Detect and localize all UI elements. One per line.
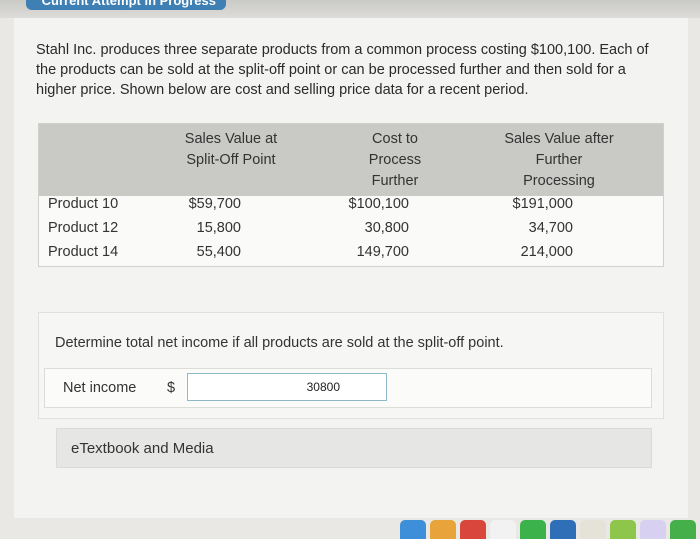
- dock-bar: [400, 520, 700, 539]
- problem-intro: Stahl Inc. produces three separate produ…: [36, 42, 649, 98]
- question-text: Determine total net income if all produc…: [55, 335, 504, 351]
- dock-app-icon[interactable]: [550, 520, 576, 539]
- table-cell: 214,000: [520, 244, 573, 260]
- top-banner: Current Attempt in Progress: [0, 0, 700, 18]
- table-cell: $100,100: [348, 196, 409, 212]
- table-cell: 55,400: [196, 244, 241, 260]
- answer-row: Net income $: [44, 368, 652, 408]
- table-header: Sales Value at Split-Off Point Cost to P…: [39, 124, 663, 196]
- dock-app-icon[interactable]: [640, 520, 666, 539]
- dock-app-icon[interactable]: [490, 520, 516, 539]
- etextbook-media-button[interactable]: eTextbook and Media: [56, 428, 652, 468]
- table-cell: 149,700: [356, 244, 409, 260]
- table-cell: $59,700: [188, 196, 241, 212]
- dock-app-icon[interactable]: [670, 520, 696, 539]
- dock-app-icon[interactable]: [400, 520, 426, 539]
- table-cell: 34,700: [528, 220, 573, 236]
- table-cell: 15,800: [196, 220, 241, 236]
- currency-symbol: $: [167, 380, 176, 396]
- net-income-label: Net income: [63, 380, 137, 396]
- dock-app-icon[interactable]: [430, 520, 456, 539]
- col-header-split-off: Sales Value at Split-Off Point: [184, 131, 278, 168]
- attempt-title: Current Attempt in Progress: [41, 0, 216, 8]
- table-row-label: Product 12: [48, 220, 119, 236]
- table-row-label: Product 10: [48, 196, 119, 212]
- table-cell: $191,000: [512, 196, 573, 212]
- data-table: Sales Value at Split-Off Point Cost to P…: [38, 123, 664, 267]
- table-cell: 30,800: [364, 220, 409, 236]
- attempt-tab: Current Attempt in Progress: [26, 0, 226, 10]
- net-income-input[interactable]: [187, 373, 387, 401]
- table-row-label: Product 14: [48, 244, 119, 260]
- dock-app-icon[interactable]: [580, 520, 606, 539]
- dock-app-icon[interactable]: [520, 520, 546, 539]
- dock-app-icon[interactable]: [460, 520, 486, 539]
- dock-app-icon[interactable]: [610, 520, 636, 539]
- col-header-cost: Cost to Process Further: [368, 131, 422, 189]
- col-header-further: Sales Value after Further Processing: [504, 131, 614, 189]
- etextbook-media-label: eTextbook and Media: [71, 440, 214, 457]
